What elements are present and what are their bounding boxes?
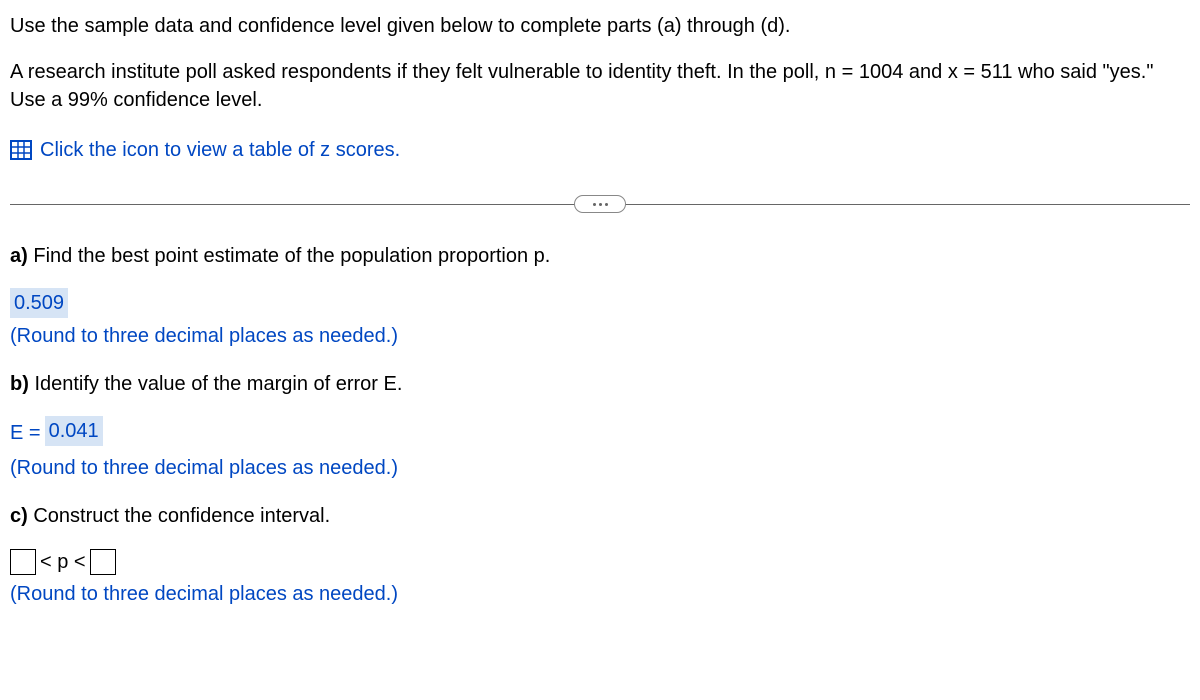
instruction-text: Use the sample data and confidence level… (10, 12, 1190, 40)
z-table-link-row[interactable]: Click the icon to view a table of z scor… (10, 136, 1190, 164)
part-c-label: c) (10, 505, 28, 527)
part-a-prompt: a) Find the best point estimate of the p… (10, 242, 1190, 270)
part-b-answer[interactable]: 0.041 (45, 416, 103, 446)
part-a-label: a) (10, 245, 28, 267)
part-c-inequality: < p < (40, 548, 86, 576)
part-a-text: Find the best point estimate of the popu… (28, 245, 551, 267)
part-c-prompt: c) Construct the confidence interval. (10, 502, 1190, 530)
part-c-interval-row: < p < (10, 548, 1190, 576)
part-c-text: Construct the confidence interval. (28, 505, 330, 527)
part-c-lower-input[interactable] (10, 549, 36, 575)
part-b-answer-row: E = 0.041 (10, 416, 1190, 450)
part-b-label: b) (10, 373, 29, 395)
problem-statement: A research institute poll asked responde… (10, 58, 1190, 114)
part-c-hint: (Round to three decimal places as needed… (10, 580, 1190, 608)
section-divider (10, 194, 1190, 214)
part-b-hint: (Round to three decimal places as needed… (10, 454, 1190, 482)
expand-pill[interactable] (574, 195, 626, 213)
z-table-link-text[interactable]: Click the icon to view a table of z scor… (40, 136, 400, 164)
table-icon (10, 140, 32, 160)
part-b-prompt: b) Identify the value of the margin of e… (10, 370, 1190, 398)
part-a-answer[interactable]: 0.509 (10, 288, 68, 318)
part-b-prefix: E = (10, 419, 41, 447)
part-a-hint: (Round to three decimal places as needed… (10, 322, 1190, 350)
part-c-upper-input[interactable] (90, 549, 116, 575)
more-icon (593, 203, 608, 206)
part-b-text: Identify the value of the margin of erro… (29, 373, 403, 395)
